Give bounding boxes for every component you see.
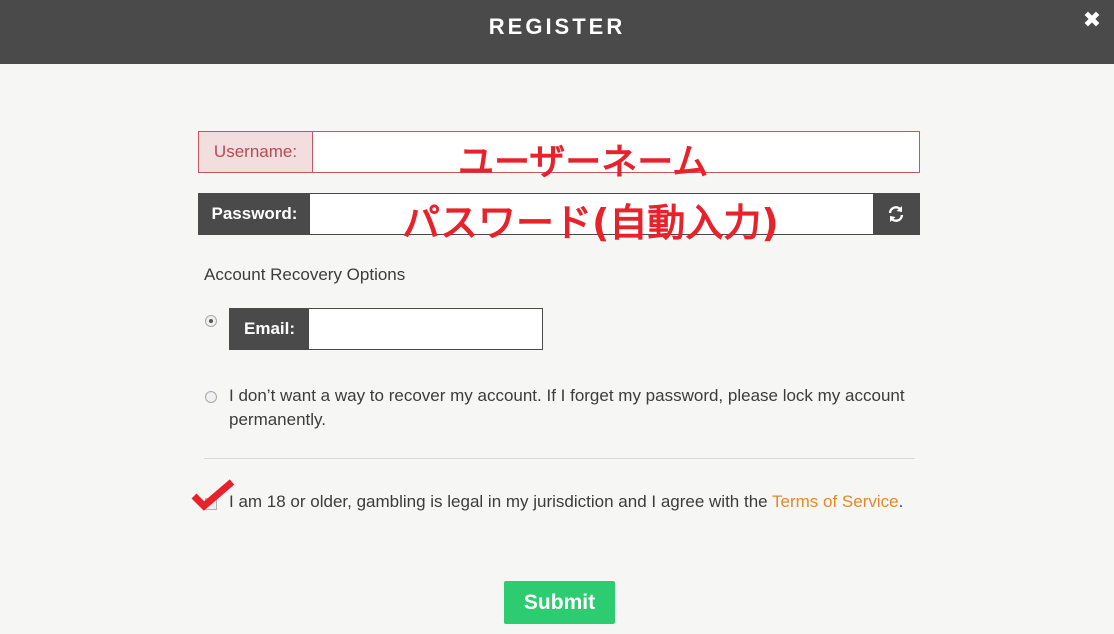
- modal-header: REGISTER ✖: [0, 0, 1114, 64]
- divider: [204, 458, 915, 459]
- terms-period: .: [898, 492, 904, 511]
- email-recovery-radio[interactable]: [205, 315, 217, 327]
- refresh-icon: [888, 206, 904, 222]
- password-label: Password:: [199, 194, 310, 234]
- email-label: Email:: [230, 309, 309, 349]
- email-input[interactable]: [309, 309, 542, 349]
- recovery-options-title: Account Recovery Options: [204, 265, 406, 284]
- username-label: Username:: [199, 132, 313, 172]
- terms-of-service-link[interactable]: Terms of Service: [772, 492, 899, 511]
- no-recovery-label: I don’t want a way to recover my account…: [229, 386, 905, 429]
- refresh-password-button[interactable]: [873, 194, 919, 234]
- username-annotation: ユーザーネーム: [458, 142, 709, 183]
- close-icon[interactable]: ✖: [1082, 8, 1102, 32]
- no-recovery-radio[interactable]: [205, 391, 217, 403]
- terms-text: I am 18 or older, gambling is legal in m…: [229, 492, 773, 511]
- terms-agreement-label: I am 18 or older, gambling is legal in m…: [229, 492, 903, 512]
- submit-button[interactable]: Submit: [504, 581, 615, 624]
- password-annotation: パスワード(自動入力): [402, 201, 779, 245]
- email-field-group: Email:: [229, 308, 543, 350]
- modal-title: REGISTER: [488, 14, 626, 39]
